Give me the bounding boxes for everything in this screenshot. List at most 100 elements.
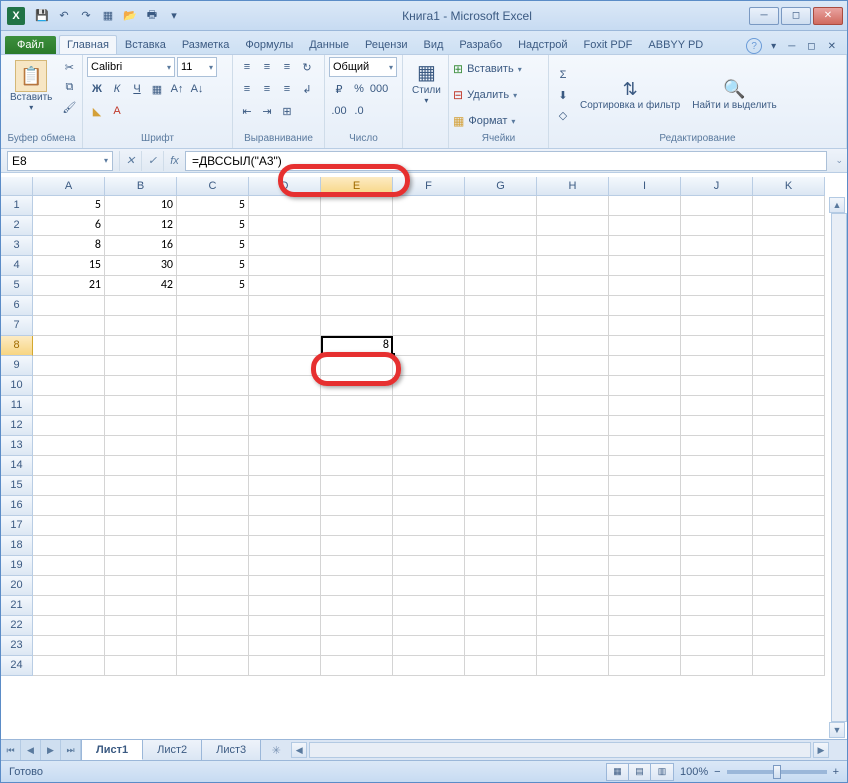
cell[interactable] bbox=[681, 396, 753, 416]
cell[interactable]: 8 bbox=[33, 236, 105, 256]
cell[interactable] bbox=[681, 376, 753, 396]
row-header[interactable]: 22 bbox=[1, 616, 33, 636]
cell[interactable] bbox=[33, 356, 105, 376]
cell[interactable] bbox=[177, 556, 249, 576]
cell[interactable] bbox=[321, 236, 393, 256]
qat-new-icon[interactable]: ▦ bbox=[97, 5, 119, 27]
cell[interactable] bbox=[753, 336, 825, 356]
cell[interactable]: 5 bbox=[177, 216, 249, 236]
cell[interactable] bbox=[753, 396, 825, 416]
cell[interactable] bbox=[465, 356, 537, 376]
qat-more-icon[interactable]: ▾ bbox=[163, 5, 185, 27]
cell[interactable]: 8 bbox=[321, 336, 393, 356]
cell[interactable] bbox=[393, 336, 465, 356]
cell[interactable] bbox=[33, 396, 105, 416]
cell[interactable] bbox=[33, 496, 105, 516]
decrease-decimal-icon[interactable]: .0 bbox=[349, 101, 369, 121]
fx-cancel-icon[interactable]: ✕ bbox=[119, 151, 141, 171]
cell[interactable] bbox=[465, 376, 537, 396]
cell[interactable] bbox=[321, 276, 393, 296]
cell[interactable] bbox=[177, 296, 249, 316]
cell[interactable] bbox=[609, 516, 681, 536]
fill-color-button[interactable]: ◣ bbox=[87, 101, 107, 121]
cell[interactable] bbox=[33, 416, 105, 436]
cell[interactable] bbox=[177, 376, 249, 396]
sheet-tab[interactable]: Лист2 bbox=[143, 740, 202, 760]
copy-icon[interactable]: ⧉ bbox=[59, 77, 79, 97]
increase-decimal-icon[interactable]: .00 bbox=[329, 101, 349, 121]
cell[interactable] bbox=[609, 536, 681, 556]
zoom-thumb[interactable] bbox=[773, 765, 781, 779]
cell[interactable] bbox=[465, 456, 537, 476]
cell[interactable] bbox=[249, 256, 321, 276]
cell[interactable] bbox=[465, 576, 537, 596]
column-header[interactable]: C bbox=[177, 177, 249, 196]
cell[interactable] bbox=[321, 216, 393, 236]
font-name-combo[interactable]: Calibri▾ bbox=[87, 57, 175, 77]
merge-button[interactable]: ⊞ bbox=[277, 101, 297, 121]
cell[interactable] bbox=[681, 316, 753, 336]
cell[interactable] bbox=[609, 416, 681, 436]
row-header[interactable]: 10 bbox=[1, 376, 33, 396]
number-format-combo[interactable]: Общий▾ bbox=[329, 57, 397, 77]
cell[interactable] bbox=[537, 416, 609, 436]
formula-expand-icon[interactable]: ⌄ bbox=[835, 155, 843, 166]
cell[interactable] bbox=[609, 216, 681, 236]
zoom-slider[interactable] bbox=[727, 770, 827, 774]
cell[interactable] bbox=[249, 216, 321, 236]
cell[interactable] bbox=[465, 236, 537, 256]
column-header[interactable]: D bbox=[249, 177, 321, 196]
cell[interactable] bbox=[393, 296, 465, 316]
cell[interactable] bbox=[177, 356, 249, 376]
cell[interactable] bbox=[105, 496, 177, 516]
row-header[interactable]: 18 bbox=[1, 536, 33, 556]
cell[interactable] bbox=[465, 636, 537, 656]
cell[interactable] bbox=[105, 656, 177, 676]
cell[interactable] bbox=[33, 536, 105, 556]
cell[interactable] bbox=[33, 316, 105, 336]
wrap-text-icon[interactable]: ↲ bbox=[297, 79, 317, 99]
cell[interactable] bbox=[609, 576, 681, 596]
cell[interactable] bbox=[609, 256, 681, 276]
cell[interactable] bbox=[177, 656, 249, 676]
cell[interactable] bbox=[465, 416, 537, 436]
cell[interactable] bbox=[681, 236, 753, 256]
column-header[interactable]: F bbox=[393, 177, 465, 196]
column-header[interactable]: A bbox=[33, 177, 105, 196]
cell[interactable] bbox=[753, 256, 825, 276]
page-layout-view-icon[interactable]: ▤ bbox=[629, 764, 651, 780]
row-header[interactable]: 13 bbox=[1, 436, 33, 456]
cell[interactable] bbox=[105, 456, 177, 476]
hscroll-right-icon[interactable]: ▶ bbox=[813, 742, 829, 758]
cell[interactable] bbox=[393, 656, 465, 676]
column-header[interactable]: I bbox=[609, 177, 681, 196]
cell[interactable] bbox=[105, 316, 177, 336]
cell[interactable] bbox=[249, 196, 321, 216]
align-bottom-icon[interactable]: ≡ bbox=[277, 57, 297, 77]
row-header[interactable]: 17 bbox=[1, 516, 33, 536]
format-cells-button[interactable]: Формат bbox=[468, 115, 507, 127]
cell[interactable] bbox=[177, 396, 249, 416]
ribbon-tab-1[interactable]: Вставка bbox=[117, 35, 174, 54]
row-header[interactable]: 16 bbox=[1, 496, 33, 516]
cell[interactable] bbox=[609, 316, 681, 336]
cell[interactable] bbox=[321, 616, 393, 636]
increase-indent-icon[interactable]: ⇥ bbox=[257, 101, 277, 121]
cell[interactable] bbox=[681, 636, 753, 656]
cell[interactable] bbox=[33, 296, 105, 316]
fill-icon[interactable]: ⬇ bbox=[553, 85, 573, 105]
cell[interactable] bbox=[465, 216, 537, 236]
maximize-button[interactable]: ◻ bbox=[781, 7, 811, 25]
ribbon-tab-9[interactable]: Foxit PDF bbox=[576, 35, 641, 54]
cell[interactable] bbox=[465, 196, 537, 216]
cell[interactable]: 21 bbox=[33, 276, 105, 296]
autosum-icon[interactable]: Σ bbox=[553, 65, 573, 85]
cell[interactable] bbox=[249, 336, 321, 356]
cell[interactable] bbox=[249, 356, 321, 376]
ribbon-tab-6[interactable]: Вид bbox=[416, 35, 452, 54]
paste-button[interactable]: 📋 Вставить ▾ bbox=[5, 57, 57, 115]
ribbon-tab-2[interactable]: Разметка bbox=[174, 35, 238, 54]
cell[interactable] bbox=[393, 576, 465, 596]
column-header[interactable]: G bbox=[465, 177, 537, 196]
cell[interactable] bbox=[537, 636, 609, 656]
